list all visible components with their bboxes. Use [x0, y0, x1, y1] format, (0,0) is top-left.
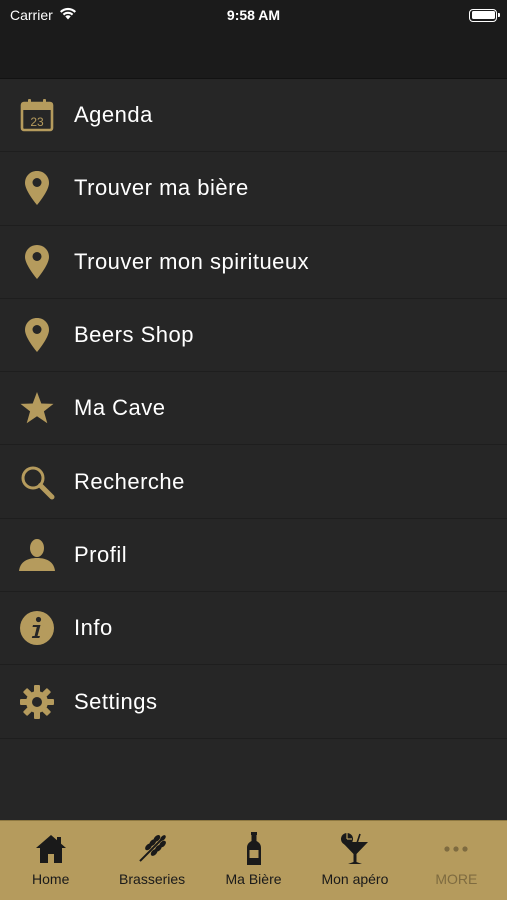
menu-item-label: Trouver mon spiritueux: [74, 248, 310, 274]
location-pin-icon: [0, 317, 74, 353]
wheat-icon: [135, 831, 169, 867]
home-icon: [35, 831, 67, 867]
menu-item-info[interactable]: Info: [0, 592, 507, 666]
tab-label: Home: [32, 871, 70, 887]
carrier-label: Carrier: [10, 7, 53, 23]
status-bar: Carrier 9:58 AM: [0, 0, 507, 30]
more-icon: [443, 831, 469, 867]
menu-item-trouver-mon-spiritueux[interactable]: Trouver mon spiritueux: [0, 226, 507, 299]
status-left: Carrier: [10, 7, 77, 23]
menu-item-trouver-ma-biere[interactable]: Trouver ma bière: [0, 152, 507, 226]
tab-bar: Home Brasseries Ma Bière Mon apéro MORE: [0, 820, 507, 900]
calendar-day: 23: [30, 115, 44, 129]
tab-brasseries[interactable]: Brasseries: [101, 821, 202, 900]
menu-item-settings[interactable]: Settings: [0, 665, 507, 739]
tab-label: Brasseries: [119, 871, 186, 887]
menu-item-profil[interactable]: Profil: [0, 519, 507, 593]
menu-item-label: Trouver ma bière: [74, 175, 249, 201]
menu-item-label: Recherche: [74, 468, 185, 494]
location-pin-icon: [0, 244, 74, 280]
search-icon: [0, 464, 74, 500]
tab-mon-apero[interactable]: Mon apéro: [304, 821, 405, 900]
location-pin-icon: [0, 170, 74, 206]
beer-bottle-icon: [246, 831, 262, 867]
menu-item-beers-shop[interactable]: Beers Shop: [0, 299, 507, 373]
side-menu: 23 Agenda Trouver ma bière Trouver mon s…: [0, 79, 507, 820]
menu-item-label: Ma Cave: [74, 395, 166, 421]
tab-home[interactable]: Home: [0, 821, 101, 900]
menu-item-label: Settings: [74, 688, 158, 714]
menu-item-label: Beers Shop: [74, 322, 194, 348]
menu-item-label: Profil: [74, 541, 128, 567]
menu-item-agenda[interactable]: 23 Agenda: [0, 79, 507, 153]
gear-icon: [0, 684, 74, 720]
star-icon: [0, 391, 74, 425]
person-icon: [0, 538, 74, 572]
tab-label: Ma Bière: [225, 871, 282, 887]
tab-label: MORE: [435, 871, 478, 887]
menu-item-recherche[interactable]: Recherche: [0, 445, 507, 519]
calendar-icon: 23: [0, 98, 74, 132]
tab-ma-biere[interactable]: Ma Bière: [203, 821, 304, 900]
wifi-icon: [59, 7, 77, 23]
cocktail-icon: [338, 831, 372, 867]
battery-icon: [469, 8, 500, 22]
menu-item-ma-cave[interactable]: Ma Cave: [0, 372, 507, 446]
menu-item-label: Info: [74, 615, 113, 641]
tab-label: Mon apéro: [321, 871, 389, 887]
tab-more[interactable]: MORE: [406, 821, 507, 900]
info-icon: [0, 610, 74, 646]
menu-item-label: Agenda: [74, 102, 153, 128]
